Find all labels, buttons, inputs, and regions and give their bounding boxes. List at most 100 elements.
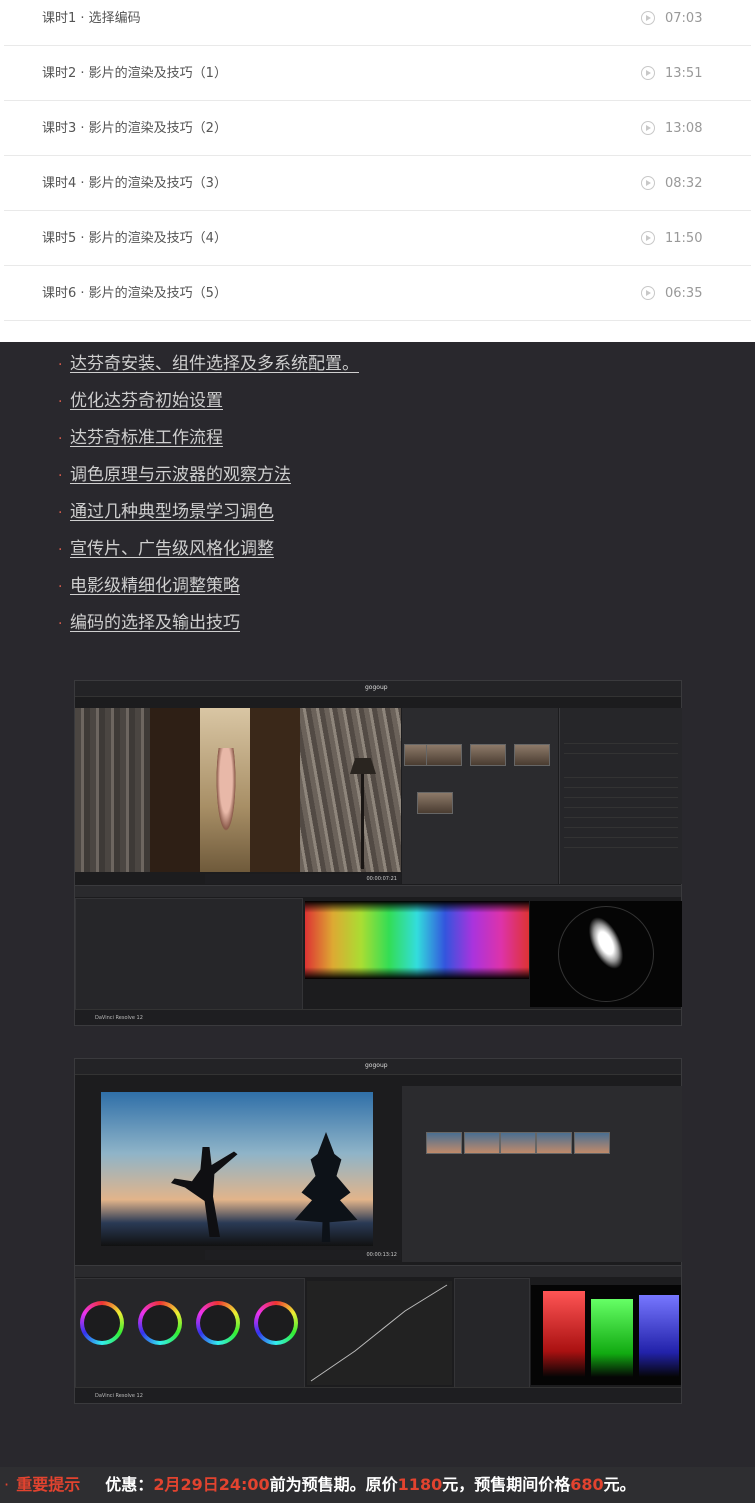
topic-item: · 编码的选择及输出技巧 xyxy=(58,611,359,648)
effect-item[interactable] xyxy=(564,818,678,828)
parade-green-channel xyxy=(591,1299,633,1377)
topic-item: · 通过几种典型场景学习调色 xyxy=(58,500,359,537)
effect-item[interactable] xyxy=(564,838,678,848)
topic-item: · 电影级精细化调整策略 xyxy=(58,574,359,611)
transport-bar[interactable]: 00:00:07:21 xyxy=(205,874,401,884)
gain-wheel[interactable] xyxy=(196,1301,240,1345)
vectorscope xyxy=(530,901,682,1007)
scene-girl xyxy=(215,748,237,838)
play-icon[interactable] xyxy=(641,66,655,80)
lesson-row[interactable]: 课时1 · 选择编码 07:03 xyxy=(4,0,751,46)
scene-door-frame xyxy=(150,708,200,872)
lift-wheel[interactable] xyxy=(80,1301,124,1345)
lesson-duration: 13:51 xyxy=(665,66,703,81)
original-price: 1180 xyxy=(397,1475,443,1494)
play-icon[interactable] xyxy=(641,11,655,25)
course-content: · 达芬奇安装、组件选择及多系统配置。 · 优化达芬奇初始设置 · 达芬奇标准工作流程… xyxy=(0,342,755,1467)
grade-node[interactable] xyxy=(470,744,506,766)
play-icon[interactable] xyxy=(641,231,655,245)
lesson-duration: 07:03 xyxy=(665,11,703,26)
app-brand: DaVinci Resolve 12 xyxy=(95,1015,143,1021)
grade-node[interactable] xyxy=(426,1132,462,1154)
resolve-topbar: gogoup xyxy=(75,681,681,697)
grade-node[interactable] xyxy=(500,1132,536,1154)
project-name: gogoup xyxy=(365,1062,388,1069)
video-viewer xyxy=(101,1092,373,1246)
gamma-wheel[interactable] xyxy=(138,1301,182,1345)
scene-yoga-silhouette xyxy=(171,1147,238,1237)
topic-item: · 宣传片、广告级风格化调整 xyxy=(58,537,359,574)
palette-toolbar[interactable] xyxy=(75,885,681,897)
presale-price: 680 xyxy=(570,1475,604,1494)
notice-bar: · 重要提示 优惠：2月29日24:00前为预售期。原价1180元，预售期间价格… xyxy=(0,1467,755,1503)
bullet-icon: · xyxy=(58,542,63,558)
offset-wheel[interactable] xyxy=(254,1301,298,1345)
play-icon[interactable] xyxy=(641,176,655,190)
palette-toolbar[interactable] xyxy=(75,1265,681,1277)
scene-door xyxy=(250,708,300,872)
grade-node[interactable] xyxy=(536,1132,572,1154)
resolve-screenshot-2: gogoup 00:00:13:12 DaVinci Resolve 12 xyxy=(74,1058,682,1404)
bullet-icon: · xyxy=(58,616,63,632)
grade-node[interactable] xyxy=(417,792,453,814)
color-wheels-panel[interactable] xyxy=(75,1278,305,1389)
node-editor[interactable] xyxy=(402,1086,682,1262)
video-viewer xyxy=(75,708,401,872)
lesson-title: 课时5 · 影片的渲染及技巧（4） xyxy=(42,231,227,246)
lesson-title: 课时1 · 选择编码 xyxy=(42,11,141,26)
effect-item[interactable] xyxy=(564,744,678,754)
timecode: 00:00:07:21 xyxy=(366,876,397,882)
project-name: gogoup xyxy=(365,684,388,691)
curves-panel[interactable] xyxy=(307,1281,452,1385)
scene-curtain xyxy=(300,708,401,872)
grade-node[interactable] xyxy=(574,1132,610,1154)
page: 课时1 · 选择编码 07:03 课时2 · 影片的渲染及技巧（1） 13:51… xyxy=(0,0,755,1503)
bullet-icon: · xyxy=(58,357,63,373)
lesson-list: 课时1 · 选择编码 07:03 课时2 · 影片的渲染及技巧（1） 13:51… xyxy=(0,0,755,322)
bullet-icon: · xyxy=(58,468,63,484)
hue-curve-panel[interactable] xyxy=(305,901,529,979)
effect-item[interactable] xyxy=(564,808,678,818)
section-gap xyxy=(0,322,755,342)
lesson-row[interactable]: 课时3 · 影片的渲染及技巧（2） 13:08 xyxy=(4,101,751,156)
lesson-title: 课时6 · 影片的渲染及技巧（5） xyxy=(42,286,227,301)
lesson-duration: 13:08 xyxy=(665,121,703,136)
page-switcher-bar[interactable]: DaVinci Resolve 12 xyxy=(75,1009,681,1025)
color-parameters-panel[interactable] xyxy=(75,898,303,1011)
grade-node[interactable] xyxy=(426,744,462,766)
topic-list: · 达芬奇安装、组件选择及多系统配置。 · 优化达芬奇初始设置 · 达芬奇标准工作流程… xyxy=(58,352,359,648)
grade-node[interactable] xyxy=(514,744,550,766)
node-editor[interactable] xyxy=(402,708,558,884)
lesson-row[interactable]: 课时6 · 影片的渲染及技巧（5） 06:35 xyxy=(4,266,751,321)
grade-node[interactable] xyxy=(464,1132,500,1154)
rgb-parade-scope xyxy=(531,1285,681,1385)
lesson-row[interactable]: 课时4 · 影片的渲染及技巧（3） 08:32 xyxy=(4,156,751,211)
transport-bar[interactable]: 00:00:13:12 xyxy=(205,1250,401,1260)
topic-item: · 调色原理与示波器的观察方法 xyxy=(58,463,359,500)
app-brand: DaVinci Resolve 12 xyxy=(95,1393,143,1399)
custom-curve-controls[interactable] xyxy=(454,1278,530,1389)
bullet-icon: · xyxy=(4,1475,10,1494)
effect-item[interactable] xyxy=(564,798,678,808)
resolve-topbar: gogoup xyxy=(75,1059,681,1075)
play-icon[interactable] xyxy=(641,121,655,135)
topic-item: · 达芬奇安装、组件选择及多系统配置。 xyxy=(58,352,359,389)
play-icon[interactable] xyxy=(641,286,655,300)
page-switcher-bar[interactable]: DaVinci Resolve 12 xyxy=(75,1387,681,1403)
bullet-icon: · xyxy=(58,579,63,595)
scene-wall xyxy=(75,708,150,872)
effect-item[interactable] xyxy=(564,734,678,744)
lesson-row[interactable]: 课时2 · 影片的渲染及技巧（1） 13:51 xyxy=(4,46,751,101)
parade-blue-channel xyxy=(639,1295,679,1377)
lesson-row[interactable]: 课时5 · 影片的渲染及技巧（4） 11:50 xyxy=(4,211,751,266)
effect-item[interactable] xyxy=(564,778,678,788)
effect-item[interactable] xyxy=(564,828,678,838)
effects-library xyxy=(559,708,682,884)
effect-item[interactable] xyxy=(564,788,678,798)
scene-lamp-stand xyxy=(361,774,364,869)
effect-item[interactable] xyxy=(564,768,678,778)
curve-line xyxy=(310,1284,448,1382)
parade-red-channel xyxy=(543,1291,585,1377)
bullet-icon: · xyxy=(58,505,63,521)
lesson-duration: 08:32 xyxy=(665,176,703,191)
